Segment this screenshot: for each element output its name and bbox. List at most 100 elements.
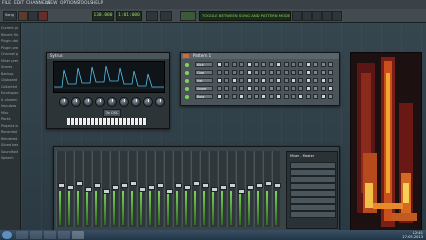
effect-slot[interactable] (290, 183, 336, 190)
step-button[interactable] (283, 94, 289, 99)
step-button[interactable] (291, 62, 296, 67)
step-button[interactable] (231, 86, 237, 91)
step-button[interactable] (276, 86, 282, 91)
step-button[interactable] (239, 94, 245, 99)
mixer-strip[interactable] (245, 151, 254, 227)
volume-fader[interactable] (121, 183, 128, 188)
mixer-strip[interactable] (236, 151, 245, 227)
mixer-strip[interactable] (128, 151, 137, 227)
step-button[interactable] (239, 70, 245, 75)
volume-fader[interactable] (94, 183, 101, 188)
step-button[interactable] (246, 70, 252, 75)
mixer-strip[interactable] (272, 151, 281, 227)
volume-fader[interactable] (175, 183, 182, 188)
browser-item[interactable]: Recorded (1, 130, 18, 135)
taskbar-app-2[interactable] (30, 231, 42, 239)
record-button[interactable] (38, 11, 48, 21)
mixer-strip[interactable] (92, 151, 101, 227)
mini-keyboard[interactable] (67, 118, 147, 125)
volume-fader[interactable] (238, 189, 245, 194)
step-button[interactable] (291, 86, 296, 91)
step-button[interactable] (313, 86, 319, 91)
step-button[interactable] (320, 78, 326, 83)
volume-fader[interactable] (76, 181, 83, 186)
step-button[interactable] (320, 62, 326, 67)
volume-fader[interactable] (193, 181, 200, 186)
volume-fader[interactable] (265, 181, 272, 186)
channel-led[interactable] (185, 79, 189, 83)
knob-3[interactable] (83, 97, 93, 107)
step-button[interactable] (217, 62, 222, 67)
step-button[interactable] (276, 62, 282, 67)
taskbar-app-fl-studio[interactable] (72, 231, 84, 239)
step-button[interactable] (246, 94, 252, 99)
step-button[interactable] (320, 70, 326, 75)
step-button[interactable] (261, 86, 267, 91)
mixer-strip[interactable] (263, 151, 272, 227)
channel-led[interactable] (185, 95, 189, 99)
effect-slot[interactable] (290, 211, 336, 218)
taskbar-app-4[interactable] (58, 231, 70, 239)
volume-fader[interactable] (274, 183, 281, 188)
effect-slot[interactable] (290, 190, 336, 197)
volume-fader[interactable] (166, 189, 173, 194)
menu-edit[interactable]: EDIT (14, 1, 24, 6)
browser-item[interactable]: Current project (1, 26, 18, 31)
step-button[interactable] (313, 78, 319, 83)
browser-item[interactable]: Impulses (1, 104, 18, 109)
volume-fader[interactable] (139, 187, 146, 192)
volume-fader[interactable] (85, 187, 92, 192)
step-button[interactable] (246, 78, 252, 83)
step-button[interactable] (283, 78, 289, 83)
step-button[interactable] (305, 70, 311, 75)
volume-fader[interactable] (157, 183, 164, 188)
step-button[interactable] (231, 62, 237, 67)
browser-item[interactable]: Plugin database (1, 39, 18, 44)
step-button[interactable] (328, 94, 333, 99)
step-button[interactable] (268, 86, 274, 91)
step-button[interactable] (291, 78, 296, 83)
step-button[interactable] (313, 70, 319, 75)
stop-button[interactable] (28, 11, 38, 21)
volume-fader[interactable] (184, 185, 191, 190)
step-button[interactable] (320, 94, 326, 99)
volume-fader[interactable] (103, 189, 110, 194)
mixer-strip[interactable] (83, 151, 92, 227)
step-button[interactable] (261, 94, 267, 99)
knob-5[interactable] (107, 97, 117, 107)
browser-item[interactable]: IL shared data (1, 98, 18, 103)
step-button[interactable] (239, 62, 245, 67)
volume-fader[interactable] (247, 185, 254, 190)
play-button[interactable] (18, 11, 28, 21)
channel-name-button[interactable]: Kick (195, 62, 213, 67)
step-button[interactable] (224, 62, 230, 67)
step-button[interactable] (268, 94, 274, 99)
knob-9[interactable] (155, 97, 165, 107)
mixer-strip[interactable] (209, 151, 218, 227)
browser-item[interactable]: Misc (1, 111, 18, 116)
playlist-button[interactable] (292, 11, 302, 21)
knob-7[interactable] (131, 97, 141, 107)
step-button[interactable] (283, 86, 289, 91)
step-button[interactable] (268, 62, 274, 67)
step-button[interactable] (254, 62, 259, 67)
mixer-strip[interactable] (164, 151, 173, 227)
start-button[interactable] (2, 231, 12, 239)
step-button[interactable] (224, 78, 230, 83)
volume-fader[interactable] (58, 183, 65, 188)
step-button[interactable] (224, 70, 230, 75)
step-button[interactable] (224, 86, 230, 91)
volume-fader[interactable] (220, 185, 227, 190)
volume-fader[interactable] (67, 185, 74, 190)
step-button[interactable] (254, 78, 259, 83)
step-button[interactable] (320, 86, 326, 91)
step-button[interactable] (283, 62, 289, 67)
browser-item[interactable]: Soundfonts (1, 150, 18, 155)
step-button[interactable] (261, 78, 267, 83)
channel-led[interactable] (185, 87, 189, 91)
browser-item[interactable]: Sliced beats (1, 143, 18, 148)
taskbar-app-1[interactable] (16, 231, 28, 239)
channel-led[interactable] (185, 71, 189, 75)
menu-view[interactable]: VIEW (46, 1, 57, 6)
step-button[interactable] (305, 94, 311, 99)
